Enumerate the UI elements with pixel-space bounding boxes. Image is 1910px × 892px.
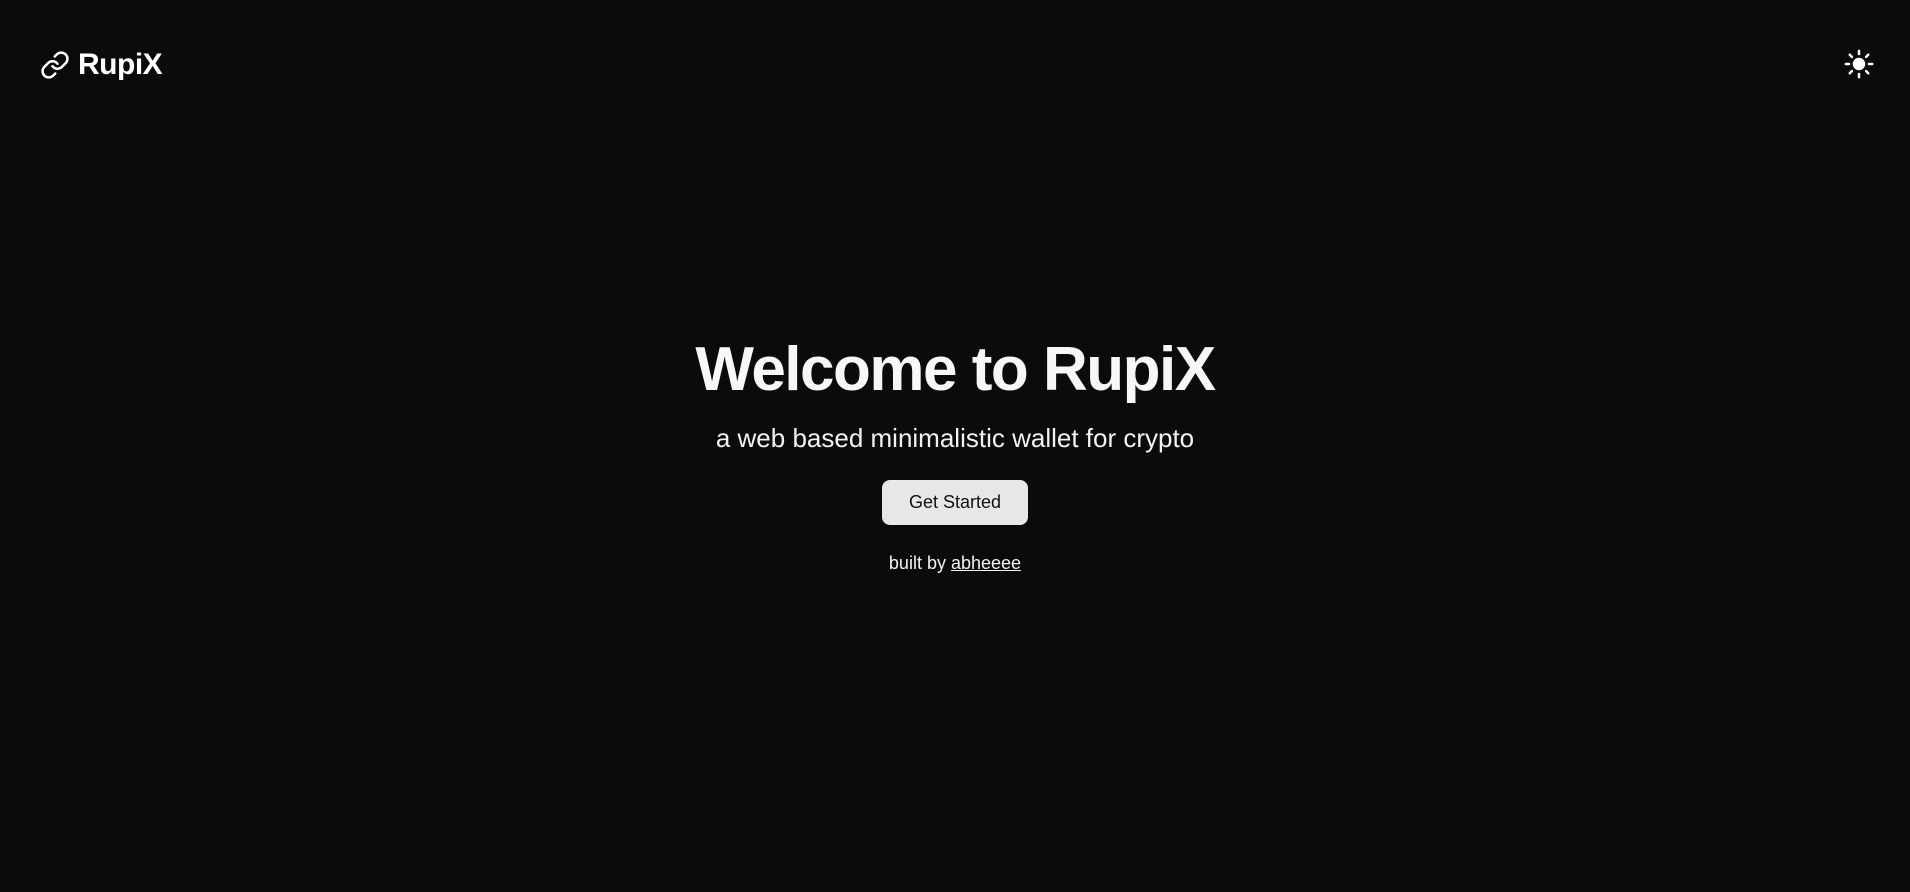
top-nav: RupiX (0, 0, 1910, 130)
brand-logo-link[interactable]: RupiX (40, 46, 163, 84)
page-title: Welcome to RupiX (695, 335, 1216, 404)
landing-page: RupiX Welcome to RupiX a web based minim… (0, 0, 1910, 892)
credit-line: built by abheeee (0, 551, 1910, 575)
brand-name: RupiX (78, 48, 163, 81)
get-started-button[interactable]: Get Started (881, 480, 1029, 525)
link-icon (40, 50, 70, 80)
credit-prefix: built by (888, 553, 946, 573)
author-link[interactable]: abheeee (951, 553, 1021, 573)
sun-icon (1844, 49, 1874, 82)
hero-subtitle: a web based minimalistic wallet for cryp… (715, 423, 1195, 453)
hero-section: Welcome to RupiX a web based minimalisti… (0, 330, 1910, 575)
theme-toggle-button[interactable] (1840, 46, 1878, 84)
